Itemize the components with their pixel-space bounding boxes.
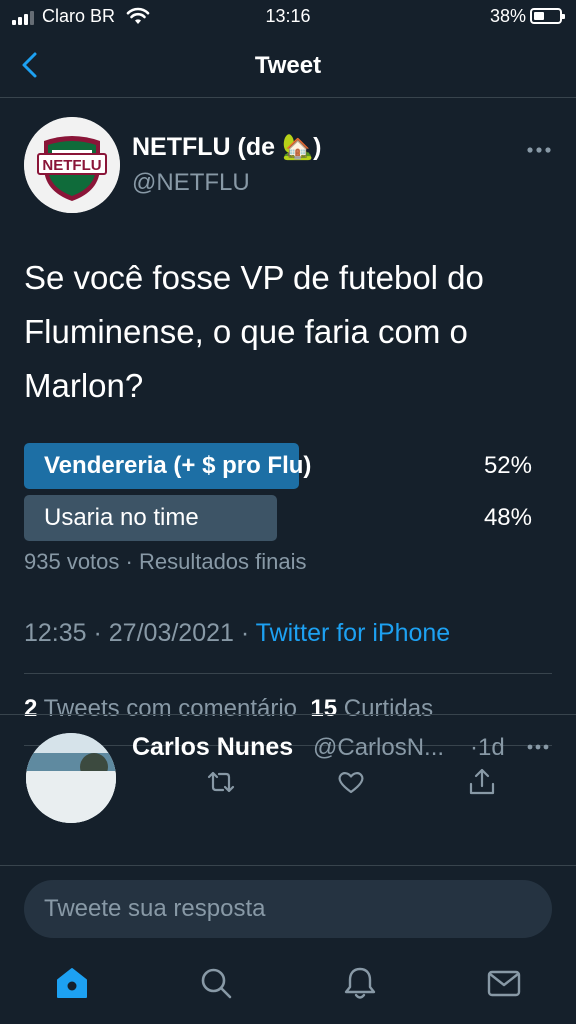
status-bar: Claro BR 13:16 38% bbox=[0, 0, 576, 32]
more-icon[interactable] bbox=[526, 741, 550, 753]
reply-tweet[interactable]: Carlos Nunes @CarlosN... ·1d bbox=[0, 715, 576, 865]
reply-avatar-photo bbox=[26, 733, 116, 823]
tweet-text: Se você fosse VP de futebol do Fluminens… bbox=[24, 259, 484, 404]
poll-option-percent: 48% bbox=[483, 504, 532, 531]
notifications-icon[interactable] bbox=[341, 964, 379, 1002]
logo-text: NETFLU bbox=[42, 157, 101, 174]
poll-status: Resultados finais bbox=[138, 549, 307, 574]
battery-fill bbox=[534, 12, 544, 20]
tweet-time: 12:35 bbox=[24, 619, 87, 647]
divider bbox=[24, 673, 552, 674]
nav-bar: Tweet bbox=[0, 32, 576, 98]
reply-input[interactable]: Tweete sua resposta bbox=[24, 880, 552, 938]
reply-author-name: Carlos Nunes bbox=[132, 733, 294, 761]
battery-percent: 38% bbox=[489, 6, 526, 26]
author-name-text: NETFLU (de bbox=[132, 133, 282, 161]
tweet-timestamp: 12:35 · 27/03/2021 · Twitter for iPhone bbox=[24, 619, 451, 647]
poll-separator: · bbox=[119, 549, 139, 574]
home-icon[interactable] bbox=[53, 964, 91, 1002]
avatar[interactable]: NETFLU bbox=[24, 117, 120, 213]
poll-votes: 935 votos bbox=[24, 549, 120, 574]
poll-meta: 935 votos · Resultados finais bbox=[24, 549, 307, 575]
tab-bar bbox=[0, 948, 576, 1024]
author-name-close: ) bbox=[313, 133, 322, 161]
author-handle[interactable]: @NETFLU bbox=[132, 169, 250, 197]
poll-option: Vendereria (+ $ pro Flu) 52% bbox=[24, 443, 552, 489]
house-tree-emoji: 🏡 bbox=[282, 133, 314, 161]
netflu-logo: NETFLU bbox=[24, 117, 120, 213]
reply-author-handle: @CarlosN... bbox=[313, 734, 445, 761]
battery-icon bbox=[530, 8, 565, 24]
messages-icon[interactable] bbox=[485, 964, 523, 1002]
poll-option-label: Vendereria (+ $ pro Flu) bbox=[44, 452, 312, 479]
reply-input-placeholder: Tweete sua resposta bbox=[44, 895, 266, 922]
poll-option: Usaria no time 48% bbox=[24, 495, 552, 541]
poll-option-label: Usaria no time bbox=[44, 504, 199, 531]
poll-option-percent: 52% bbox=[483, 452, 532, 479]
compose-bar: Tweete sua resposta bbox=[0, 865, 576, 948]
reply-time: ·1d bbox=[470, 734, 505, 761]
tweet-source-link[interactable]: Twitter for iPhone bbox=[256, 619, 451, 647]
author-name[interactable]: NETFLU (de 🏡) bbox=[132, 133, 321, 162]
more-icon[interactable] bbox=[526, 143, 552, 157]
search-icon[interactable] bbox=[197, 964, 235, 1002]
page-title: Tweet bbox=[254, 52, 322, 79]
tweet-date: 27/03/2021 bbox=[108, 619, 234, 647]
avatar[interactable] bbox=[26, 733, 116, 823]
